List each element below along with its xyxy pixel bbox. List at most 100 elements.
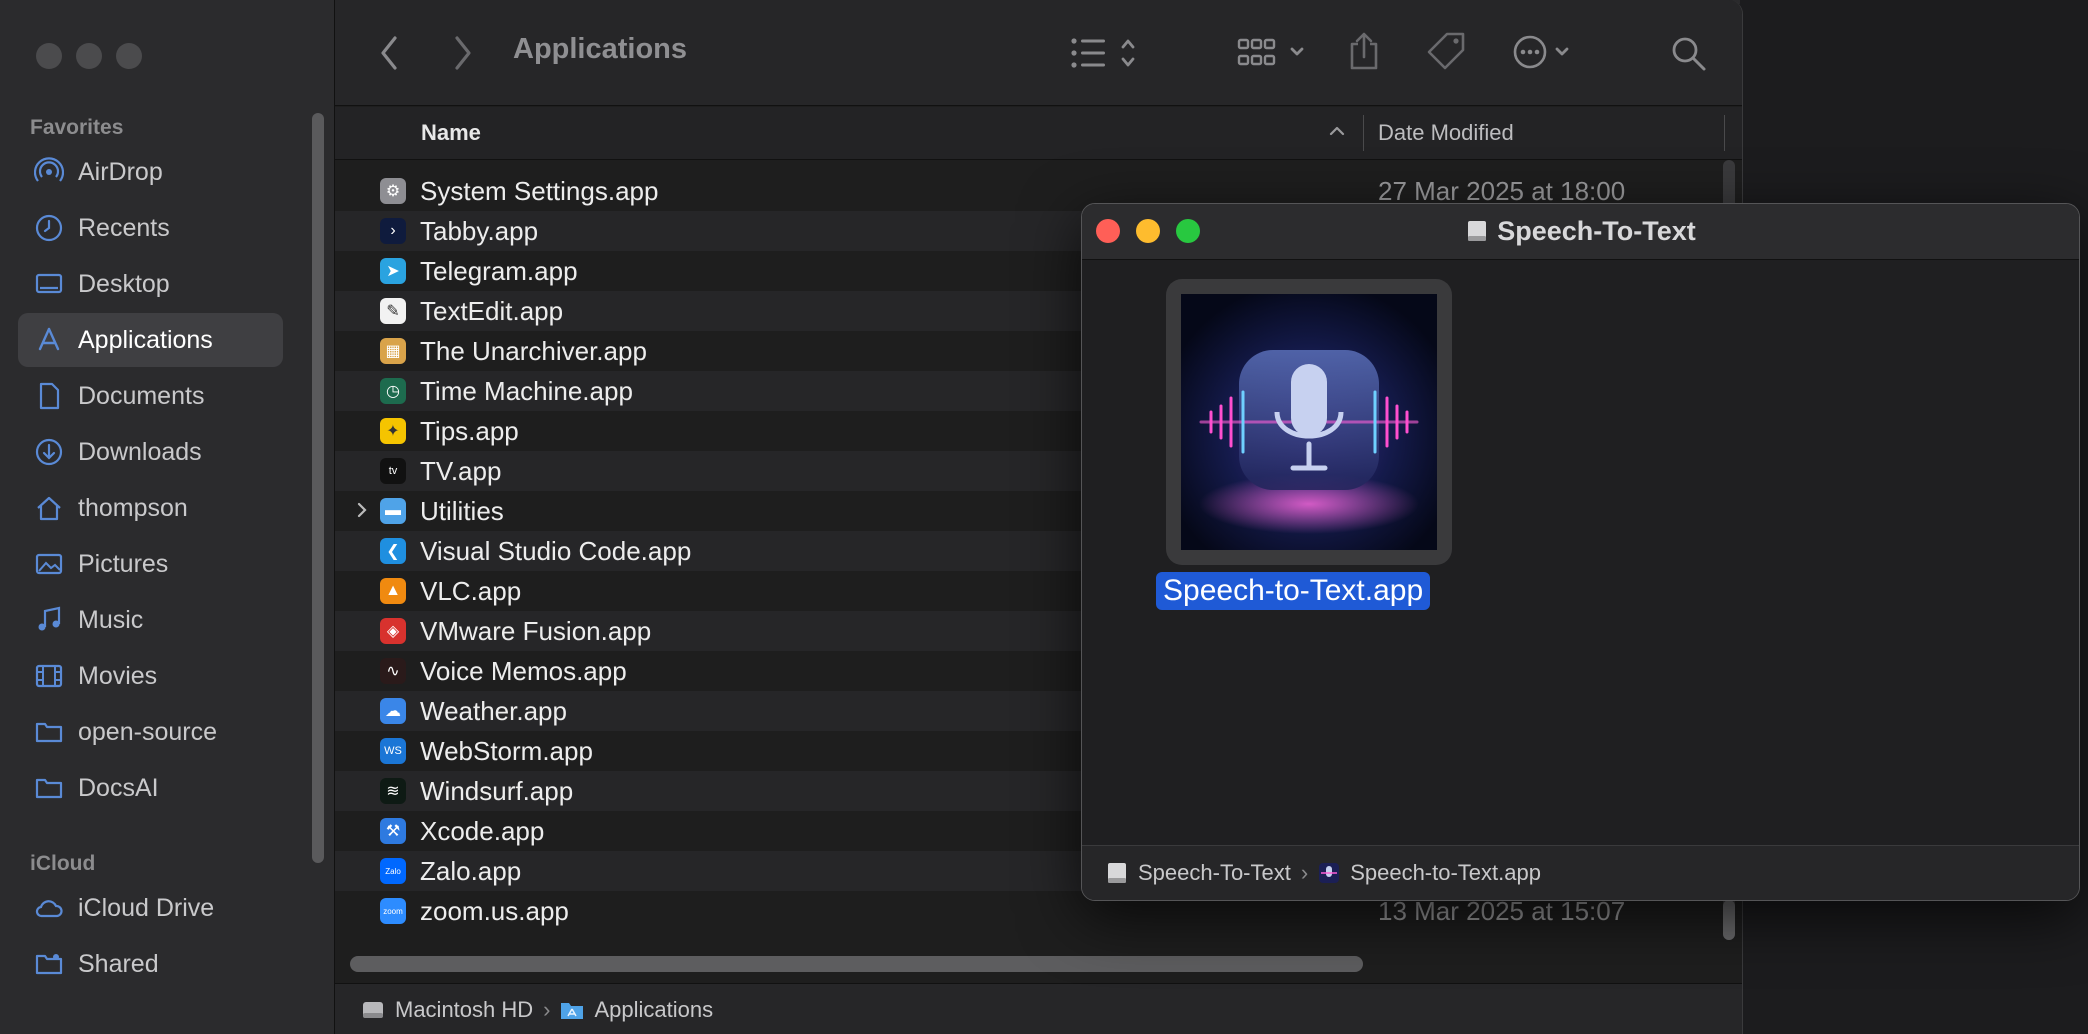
file-name: TV.app: [420, 455, 502, 486]
tag-icon[interactable]: [1425, 32, 1469, 72]
app-icon: WS: [380, 738, 406, 764]
app-icon: ◷: [380, 378, 406, 404]
film-icon: [32, 659, 66, 693]
file-name: zoom.us.app: [420, 895, 569, 926]
sidebar-item-label: Documents: [78, 381, 205, 410]
file-name: Xcode.app: [420, 815, 545, 846]
sidebar-item-desktop[interactable]: Desktop: [18, 257, 283, 311]
column-divider[interactable]: [1724, 115, 1725, 151]
sidebar-item-recents[interactable]: Recents: [18, 201, 283, 255]
sidebar-item-airdrop[interactable]: AirDrop: [18, 145, 283, 199]
path-separator: ›: [543, 996, 551, 1022]
music-icon: [32, 603, 66, 637]
sidebar-item-downloads[interactable]: Downloads: [18, 425, 283, 479]
file-name: Utilities: [420, 495, 504, 526]
sidebar-item-label: Movies: [78, 661, 158, 690]
path-item-disk[interactable]: Macintosh HD: [395, 997, 533, 1023]
sidebar-item-open-source[interactable]: open-source: [18, 705, 283, 759]
document-icon: [32, 379, 66, 413]
applications-folder-icon: [561, 1002, 584, 1019]
file-name: Time Machine.app: [420, 375, 633, 406]
sidebar-item-label: Shared: [78, 949, 159, 978]
sidebar-item-shared[interactable]: Shared: [18, 937, 283, 991]
file-name: VLC.app: [420, 575, 522, 606]
list-view-icon[interactable]: [1070, 36, 1140, 70]
path-separator: ›: [1300, 860, 1309, 885]
app-icon: ∿: [380, 658, 406, 684]
disk-image-icon: [1108, 863, 1126, 883]
clock-icon: [32, 211, 66, 245]
app-icon: ›: [380, 218, 406, 244]
more-actions-icon[interactable]: [1512, 34, 1582, 70]
file-name: Zalo.app: [420, 855, 522, 886]
shared-folder-icon: [32, 947, 66, 981]
app-icon: ◈: [380, 618, 406, 644]
popup-titlebar[interactable]: Speech-To-Text: [1082, 204, 2079, 260]
popup-title: Speech-To-Text: [1082, 216, 2079, 247]
name-column-header[interactable]: Name: [421, 120, 481, 146]
popup-path-bar: Speech-To-Text › Speech-to-Text.app: [1082, 845, 2079, 900]
file-date: 27 Mar 2025 at 18:00: [1378, 175, 1626, 206]
share-icon[interactable]: [1347, 30, 1381, 72]
sidebar-item-icloud-drive[interactable]: iCloud Drive: [18, 881, 283, 935]
sidebar-scrollbar[interactable]: [312, 113, 324, 863]
forward-button[interactable]: [451, 34, 475, 72]
sidebar-item-label: Applications: [78, 325, 213, 354]
date-modified-column-header[interactable]: Date Modified: [1378, 120, 1514, 146]
popup-title-text: Speech-To-Text: [1497, 216, 1696, 246]
app-icon: ▬: [380, 498, 406, 524]
sidebar-item-docsai[interactable]: DocsAI: [18, 761, 283, 815]
close-button[interactable]: [36, 43, 62, 69]
window-controls: [36, 43, 142, 69]
sort-ascending-icon[interactable]: [1328, 121, 1346, 146]
sidebar-item-label: Recents: [78, 213, 170, 242]
sidebar-item-label: iCloud Drive: [78, 893, 215, 922]
toolbar: Applications: [335, 0, 1742, 106]
desktop-icon: [32, 267, 66, 301]
app-icon-selected[interactable]: [1166, 279, 1452, 565]
app-icon: Zalo: [380, 858, 406, 884]
horizontal-scrollbar[interactable]: [350, 956, 1363, 972]
favorites-header: Favorites: [30, 116, 124, 139]
group-view-icon[interactable]: [1237, 36, 1307, 70]
sidebar-item-music[interactable]: Music: [18, 593, 283, 647]
zoom-button[interactable]: [116, 43, 142, 69]
column-header: Name Date Modified: [335, 107, 1742, 160]
speech-app-small-icon: [1319, 863, 1340, 883]
minimize-button[interactable]: [76, 43, 102, 69]
icloud-header: iCloud: [30, 852, 96, 875]
app-icon: zoom: [380, 898, 406, 924]
back-button[interactable]: [377, 34, 401, 72]
speech-to-text-window: Speech-To-Text Speech-to-Text.app Speech…: [1081, 203, 2080, 901]
path-item-folder[interactable]: Applications: [594, 997, 713, 1023]
app-icon: ⚒: [380, 818, 406, 844]
sidebar: Favorites AirDrop Recents Desktop Applicati…: [0, 0, 335, 1034]
app-file-label[interactable]: Speech-to-Text.app: [1156, 572, 1431, 610]
download-icon: [32, 435, 66, 469]
search-icon[interactable]: [1671, 36, 1707, 72]
folder-icon: [32, 715, 66, 749]
sidebar-item-movies[interactable]: Movies: [18, 649, 283, 703]
sidebar-item-label: Pictures: [78, 549, 169, 578]
popup-path-disk[interactable]: Speech-To-Text: [1138, 860, 1291, 886]
sidebar-item-pictures[interactable]: Pictures: [18, 537, 283, 591]
sidebar-item-label: DocsAI: [78, 773, 159, 802]
window-title: Applications: [513, 33, 688, 65]
path-bar: Macintosh HD › Applications: [335, 983, 1742, 1034]
sidebar-item-documents[interactable]: Documents: [18, 369, 283, 423]
home-icon: [32, 491, 66, 525]
file-name: WebStorm.app: [420, 735, 593, 766]
file-name: Tabby.app: [420, 215, 539, 246]
sidebar-item-label: AirDrop: [78, 157, 163, 186]
app-icon: ☁: [380, 698, 406, 724]
disclosure-triangle-icon[interactable]: [355, 499, 369, 526]
popup-path-app[interactable]: Speech-to-Text.app: [1350, 860, 1541, 886]
column-divider[interactable]: [1363, 115, 1364, 151]
file-name: TextEdit.app: [420, 295, 564, 326]
app-icon: ✎: [380, 298, 406, 324]
file-name: The Unarchiver.app: [420, 335, 647, 366]
microphone-icon: [1181, 294, 1437, 550]
sidebar-item-thompson[interactable]: thompson: [18, 481, 283, 535]
file-name: VMware Fusion.app: [420, 615, 652, 646]
sidebar-item-applications[interactable]: Applications: [18, 313, 283, 367]
